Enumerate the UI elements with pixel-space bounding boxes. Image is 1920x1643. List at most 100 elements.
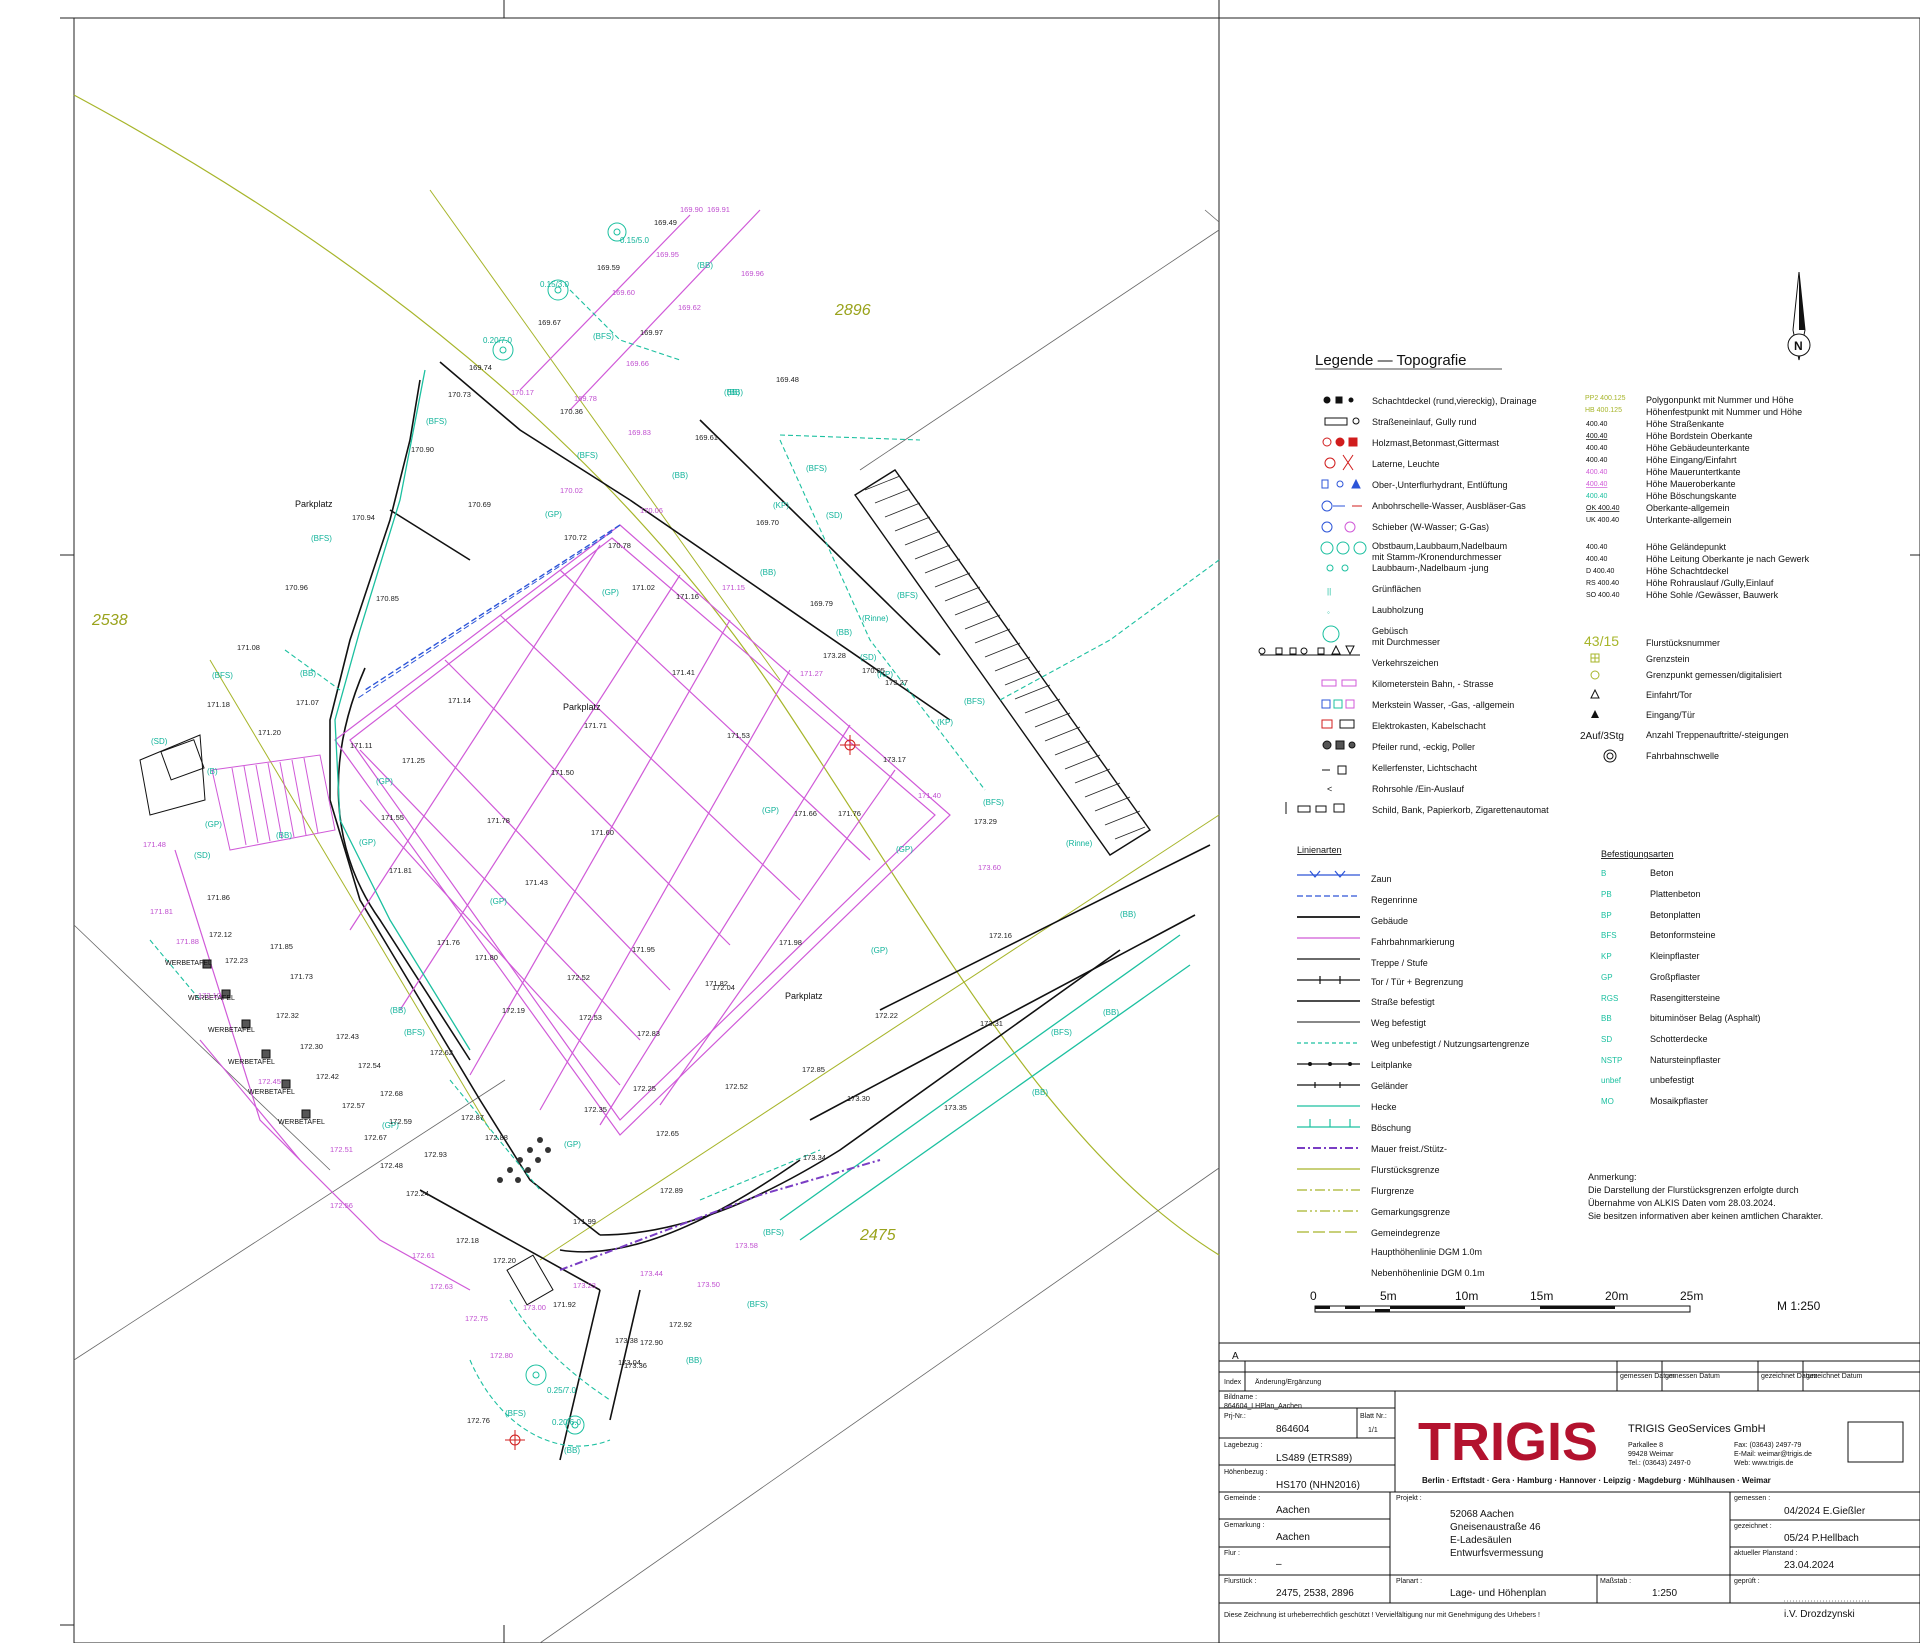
svg-text:172.87: 172.87: [461, 1113, 484, 1122]
svg-text:RGS: RGS: [1601, 994, 1618, 1003]
legend-flurstueck: 43/15 Flurstücksnummer Grenzstein Grenzp…: [1580, 633, 1789, 763]
billboard-label: WERBETAFEL: [208, 1027, 255, 1034]
svg-text:171.40: 171.40: [918, 791, 941, 800]
scale-bar: 0 5m 10m 15m 20m 25m M 1:250: [1310, 1289, 1821, 1313]
svg-text:Höhe Gebäudeunterkante: Höhe Gebäudeunterkante: [1646, 443, 1750, 453]
svg-text:Weg unbefestigt / Nutzungsarte: Weg unbefestigt / Nutzungsartengrenze: [1371, 1039, 1529, 1049]
svg-text:(BB): (BB): [686, 1356, 702, 1365]
svg-text:(BFS): (BFS): [311, 534, 332, 543]
svg-text:Nebenhöhenlinie DGM 0.1m: Nebenhöhenlinie DGM 0.1m: [1371, 1268, 1485, 1278]
svg-text:gemessen :: gemessen :: [1734, 1495, 1770, 1502]
svg-text:Maßstab :: Maßstab :: [1600, 1578, 1631, 1585]
svg-text:171.98: 171.98: [779, 938, 802, 947]
svg-text:Befestigungsarten: Befestigungsarten: [1601, 849, 1674, 859]
svg-text:172.61: 172.61: [412, 1251, 435, 1260]
svg-text:173.60: 173.60: [978, 863, 1001, 872]
svg-text:Regenrinne: Regenrinne: [1371, 895, 1418, 905]
svg-text:Index: Index: [1224, 1379, 1242, 1386]
svg-text:Laubbaum-,Nadelbaum -jung: Laubbaum-,Nadelbaum -jung: [1372, 563, 1489, 573]
svg-text:171.66: 171.66: [794, 809, 817, 818]
svg-text:Gemarkung :: Gemarkung :: [1224, 1522, 1265, 1529]
svg-text:169.49: 169.49: [654, 218, 677, 227]
svg-text:Einfahrt/Tor: Einfahrt/Tor: [1646, 690, 1692, 700]
parking-grid: [334, 524, 951, 1136]
svg-text:171.07: 171.07: [296, 698, 319, 707]
svg-text:SO 400.40: SO 400.40: [1586, 592, 1620, 599]
svg-text:unbefestigt: unbefestigt: [1650, 1075, 1695, 1085]
svg-text:Höhe Maueruntertkante: Höhe Maueruntertkante: [1646, 467, 1741, 477]
svg-text:400.40: 400.40: [1586, 469, 1608, 476]
parcel-number: 2896: [834, 302, 871, 319]
svg-text:170.78: 170.78: [608, 541, 631, 550]
svg-text:GP: GP: [1601, 973, 1613, 982]
svg-text:173.44: 173.44: [640, 1269, 663, 1278]
svg-text:(BFS): (BFS): [964, 697, 985, 706]
svg-text:172.04: 172.04: [712, 983, 735, 992]
svg-text:Höhe Straßenkante: Höhe Straßenkante: [1646, 419, 1724, 429]
svg-text:HS170 (NHN2016): HS170 (NHN2016): [1276, 1480, 1360, 1491]
svg-text:(BFS): (BFS): [577, 451, 598, 460]
svg-text:Anzahl Treppenauftritte/-steig: Anzahl Treppenauftritte/-steigungen: [1646, 730, 1789, 740]
svg-text:Weg befestigt: Weg befestigt: [1371, 1018, 1426, 1028]
svg-text:171.80: 171.80: [475, 953, 498, 962]
svg-text:171.50: 171.50: [551, 768, 574, 777]
svg-text:171.53: 171.53: [727, 731, 750, 740]
svg-text:(GP): (GP): [762, 806, 779, 815]
svg-text:Aachen: Aachen: [1276, 1532, 1310, 1543]
svg-text:Böschung: Böschung: [1371, 1123, 1411, 1133]
svg-text:(GP): (GP): [602, 588, 619, 597]
bollard-cluster: [497, 1137, 551, 1183]
svg-text:169.61: 169.61: [695, 433, 718, 442]
svg-text:20m: 20m: [1605, 1289, 1628, 1303]
svg-text:(BB): (BB): [1032, 1088, 1048, 1097]
svg-text:171.60: 171.60: [591, 828, 614, 837]
svg-text:Höhenfestpunkt mit Nummer und: Höhenfestpunkt mit Nummer und Höhe: [1646, 407, 1802, 417]
svg-text:Parkallee 8: Parkallee 8: [1628, 1442, 1663, 1449]
svg-text:400.40: 400.40: [1586, 493, 1608, 500]
svg-text:geprüft :: geprüft :: [1734, 1578, 1760, 1585]
svg-text:D 400.40: D 400.40: [1586, 568, 1615, 575]
svg-text:(BB): (BB): [390, 1006, 406, 1015]
svg-text:172.35: 172.35: [584, 1105, 607, 1114]
svg-text:172.90: 172.90: [640, 1338, 663, 1347]
svg-text:Gemeinde :: Gemeinde :: [1224, 1495, 1260, 1502]
svg-text:BB: BB: [1601, 1014, 1612, 1023]
svg-text:Berlin · Erftstadt · Gera · Ha: Berlin · Erftstadt · Gera · Hamburg · Ha…: [1422, 1476, 1771, 1485]
svg-text:(BB): (BB): [276, 831, 292, 840]
svg-text:(BFS): (BFS): [983, 798, 1004, 807]
svg-text:(BB): (BB): [564, 1446, 580, 1455]
svg-text:BP: BP: [1601, 911, 1612, 920]
svg-text:Rasengittersteine: Rasengittersteine: [1650, 993, 1720, 1003]
svg-text:172.53: 172.53: [579, 1013, 602, 1022]
svg-text:169.91: 169.91: [707, 205, 730, 214]
svg-text:172.42: 172.42: [316, 1072, 339, 1081]
svg-text:Flurstücksnummer: Flurstücksnummer: [1646, 638, 1720, 648]
svg-text:172.23: 172.23: [225, 956, 248, 965]
svg-text:(BFS): (BFS): [897, 591, 918, 600]
billboard-label: WERBETAFEL: [248, 1089, 295, 1096]
svg-text:Laubholzung: Laubholzung: [1372, 605, 1424, 615]
svg-text:172.92: 172.92: [669, 1320, 692, 1329]
svg-text:0.20/7.0: 0.20/7.0: [483, 336, 512, 345]
project-number: 864604: [1276, 1424, 1310, 1435]
svg-text:Prj-Nr.:: Prj-Nr.:: [1224, 1413, 1246, 1420]
svg-text:171.92: 171.92: [553, 1300, 576, 1309]
svg-text:04/2024 E.Gießler: 04/2024 E.Gießler: [1784, 1506, 1866, 1517]
svg-text:172.68: 172.68: [380, 1089, 403, 1098]
svg-text:(BFS): (BFS): [212, 671, 233, 680]
svg-text:172.45: 172.45: [258, 1077, 281, 1086]
svg-text:(BFS): (BFS): [763, 1228, 784, 1237]
svg-text:0.25/7.0: 0.25/7.0: [547, 1386, 576, 1395]
svg-text:(KP): (KP): [937, 718, 953, 727]
svg-text:173.38: 173.38: [615, 1336, 638, 1345]
svg-text:10m: 10m: [1455, 1289, 1478, 1303]
svg-text:173.23: 173.23: [573, 1281, 596, 1290]
svg-text:172.52: 172.52: [725, 1082, 748, 1091]
svg-text:173.27: 173.27: [885, 678, 908, 687]
svg-text:169.83: 169.83: [628, 428, 651, 437]
svg-text:172.30: 172.30: [300, 1042, 323, 1051]
svg-text:170.96: 170.96: [285, 583, 308, 592]
svg-text:Rohrsohle /Ein-Auslauf: Rohrsohle /Ein-Auslauf: [1372, 784, 1465, 794]
svg-text:Natursteinpflaster: Natursteinpflaster: [1650, 1055, 1721, 1065]
parcel-number: 2475: [859, 1227, 896, 1244]
